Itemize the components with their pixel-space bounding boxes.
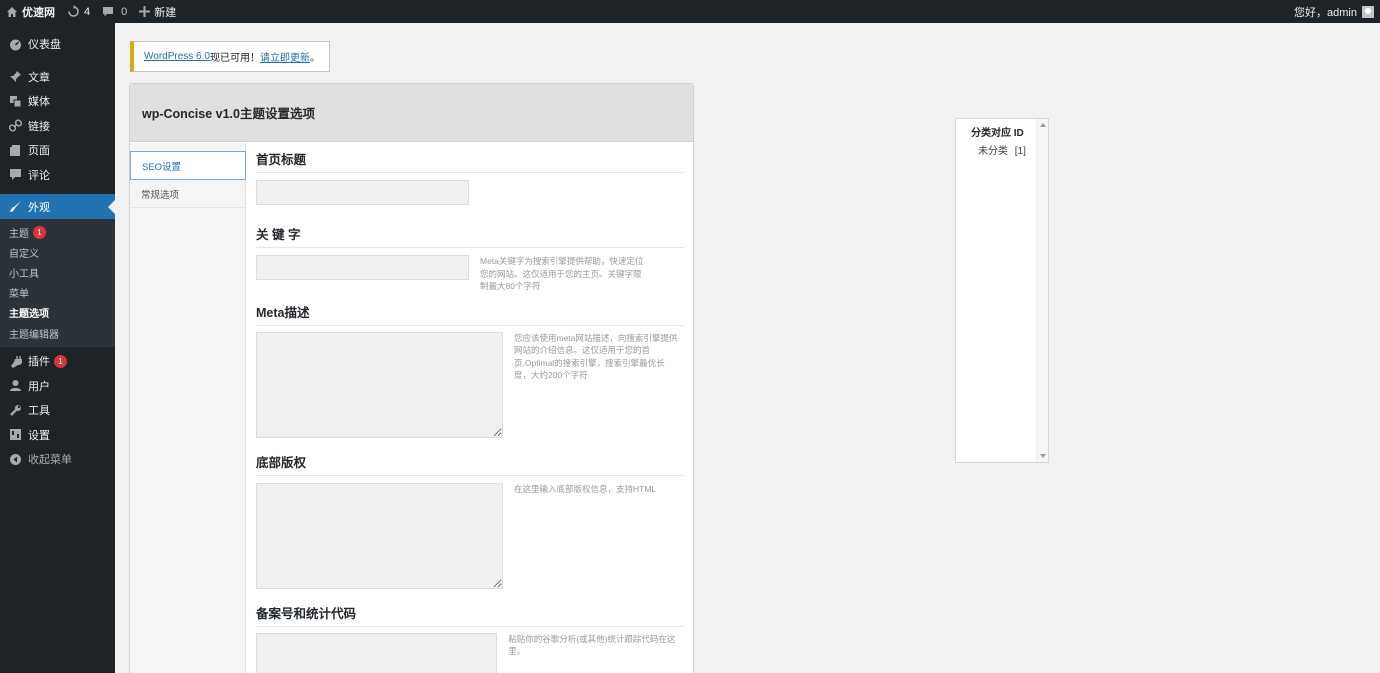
user-icon (8, 379, 22, 393)
submenu-item-customize[interactable]: 自定义 (0, 242, 115, 262)
wordpress-version-link[interactable]: WordPress 6.0 (144, 51, 210, 62)
submenu-item-label: 主题编辑器 (9, 329, 59, 341)
sidebar-item-label: 收起菜单 (28, 454, 72, 467)
options-content: 首页标题 关 键 字 Meta关键字为搜索引擎提供帮助，快速定位您的网站。这仅适… (256, 143, 684, 673)
submenu-item-label: 菜单 (9, 289, 29, 301)
media-icon (8, 94, 22, 108)
update-notice: WordPress 6.0 现已可用！ 请立即更新 。 (130, 41, 330, 72)
sidebar-item-links[interactable]: 链接 (0, 114, 115, 139)
sidebar-item-label: 外观 (28, 201, 50, 214)
copyright-help: 在这里输入底部版权信息，支持HTML (514, 483, 657, 494)
notice-end: 。 (309, 53, 320, 64)
appearance-submenu: 主题 1 自定义 小工具 菜单 主题选项 主题编辑器 (0, 219, 115, 348)
icp-stats-help: 粘贴你的谷歌分析(或其他)统计跟踪代码在这里。 (508, 633, 676, 657)
avatar (1362, 5, 1374, 18)
sidebar-item-label: 用户 (28, 380, 50, 393)
submenu-item-theme-editor[interactable]: 主题编辑器 (0, 323, 115, 343)
sidebar-item-appearance[interactable]: 外观 (0, 194, 115, 219)
category-id-box[interactable]: 分类对应 ID 未分类 [1] (955, 118, 1049, 463)
update-now-link[interactable]: 请立即更新 (260, 49, 310, 64)
copyright-textarea[interactable] (256, 482, 503, 589)
new-label: 新建 (154, 6, 177, 19)
update-badge: 1 (54, 354, 67, 368)
greeting: 您好，admin (1294, 6, 1357, 19)
sidebar-item-label: 插件 (28, 356, 50, 369)
sidebar-item-label: 页面 (28, 145, 50, 158)
updates-count: 4 (84, 5, 91, 18)
site-name-link[interactable]: 优速网 (0, 0, 61, 23)
tab-seo[interactable]: SEO设置 (130, 151, 246, 180)
sidebar-item-pages[interactable]: 页面 (0, 138, 115, 163)
site-name: 优速网 (22, 6, 55, 19)
refresh-icon (68, 5, 79, 17)
collapse-icon (8, 452, 22, 466)
meta-description-help: 您应该使用meta网站描述，向搜索引擎提供网站的介绍信息。这仅适用于您的首页,O… (514, 332, 678, 381)
category-id: [1] (1014, 146, 1026, 157)
submenu-item-menus[interactable]: 菜单 (0, 283, 115, 303)
comments-count: 0 (121, 5, 128, 18)
submenu-item-label: 小工具 (9, 268, 39, 280)
sidebar-item-users[interactable]: 用户 (0, 374, 115, 399)
sidebar-item-plugins[interactable]: 插件 1 (0, 349, 115, 374)
sidebar-item-tools[interactable]: 工具 (0, 398, 115, 423)
submenu-item-theme-options[interactable]: 主题选项 (0, 303, 115, 323)
admin-bar: 优速网 4 0 新建 您好，admin (0, 0, 1380, 23)
sidebar-item-comments[interactable]: 评论 (0, 163, 115, 188)
sidebar-item-label: 媒体 (28, 96, 50, 109)
icp-stats-textarea[interactable] (256, 632, 498, 673)
sidebar-item-posts[interactable]: 文章 (0, 65, 115, 90)
options-tabs: SEO设置 常规选项 (130, 143, 246, 673)
home-title-input[interactable] (256, 180, 469, 205)
submenu-item-widgets[interactable]: 小工具 (0, 262, 115, 282)
plus-icon (139, 6, 151, 17)
notice-text: 现已可用！ (209, 53, 260, 64)
dashboard-icon (8, 37, 22, 51)
theme-options-panel: wp-Concise v1.0主题设置选项 SEO设置 常规选项 首页标题 关 … (129, 83, 694, 673)
section-title-copyright: 底部版权 (256, 446, 684, 476)
scroll-up-icon[interactable] (1040, 123, 1046, 127)
keywords-input[interactable] (256, 255, 469, 280)
sidebar-item-settings[interactable]: 设置 (0, 423, 115, 448)
new-content-link[interactable]: 新建 (133, 0, 182, 23)
link-icon (8, 119, 22, 133)
section-title-home-title: 首页标题 (256, 143, 684, 173)
sidebar-item-media[interactable]: 媒体 (0, 89, 115, 114)
updates-link[interactable]: 4 (61, 0, 96, 23)
home-icon (7, 6, 17, 17)
sidebar-item-dashboard[interactable]: 仪表盘 (0, 32, 115, 57)
category-name: 未分类 (978, 146, 1008, 157)
update-badge: 1 (33, 225, 46, 239)
submenu-item-themes[interactable]: 主题 1 (0, 222, 115, 242)
collapse-menu-button[interactable]: 收起菜单 (0, 447, 115, 472)
my-account[interactable]: 您好，admin (1294, 4, 1380, 20)
submenu-item-label: 主题 (9, 228, 29, 240)
submenu-item-label: 主题选项 (9, 309, 49, 321)
pin-icon (8, 70, 22, 84)
admin-sidebar: 仪表盘 文章 媒体 链接 页面 评论 外观 主题 1 自定义 小工具 菜单 主题… (0, 23, 115, 673)
sidebar-item-label: 设置 (28, 429, 50, 442)
sidebar-item-label: 评论 (28, 169, 50, 182)
comment-icon (103, 6, 114, 16)
page-icon (8, 143, 22, 157)
comments-link[interactable]: 0 (96, 0, 133, 23)
tab-general[interactable]: 常规选项 (130, 180, 245, 208)
keywords-description: Meta关键字为搜索引擎提供帮助，快速定位您的网站。这仅适用于您的主页。关键字限… (480, 256, 644, 291)
category-box-scrollbar[interactable] (1036, 119, 1048, 462)
submenu-item-label: 自定义 (9, 248, 39, 260)
panel-title: wp-Concise v1.0主题设置选项 (130, 84, 693, 142)
section-title-icp-stats: 备案号和统计代码 (256, 597, 684, 627)
sidebar-item-label: 链接 (28, 120, 50, 133)
sidebar-item-label: 仪表盘 (28, 39, 61, 52)
brush-icon (8, 200, 22, 214)
plugin-icon (8, 354, 22, 368)
meta-description-textarea[interactable] (256, 331, 503, 438)
section-title-meta-description: Meta描述 (256, 296, 684, 326)
settings-icon (8, 428, 22, 442)
section-title-keywords: 关 键 字 (256, 218, 684, 248)
scroll-down-icon[interactable] (1040, 454, 1046, 458)
sidebar-item-label: 工具 (28, 405, 50, 418)
comment-icon (8, 168, 22, 182)
wrench-icon (8, 403, 22, 417)
sidebar-item-label: 文章 (28, 71, 50, 84)
